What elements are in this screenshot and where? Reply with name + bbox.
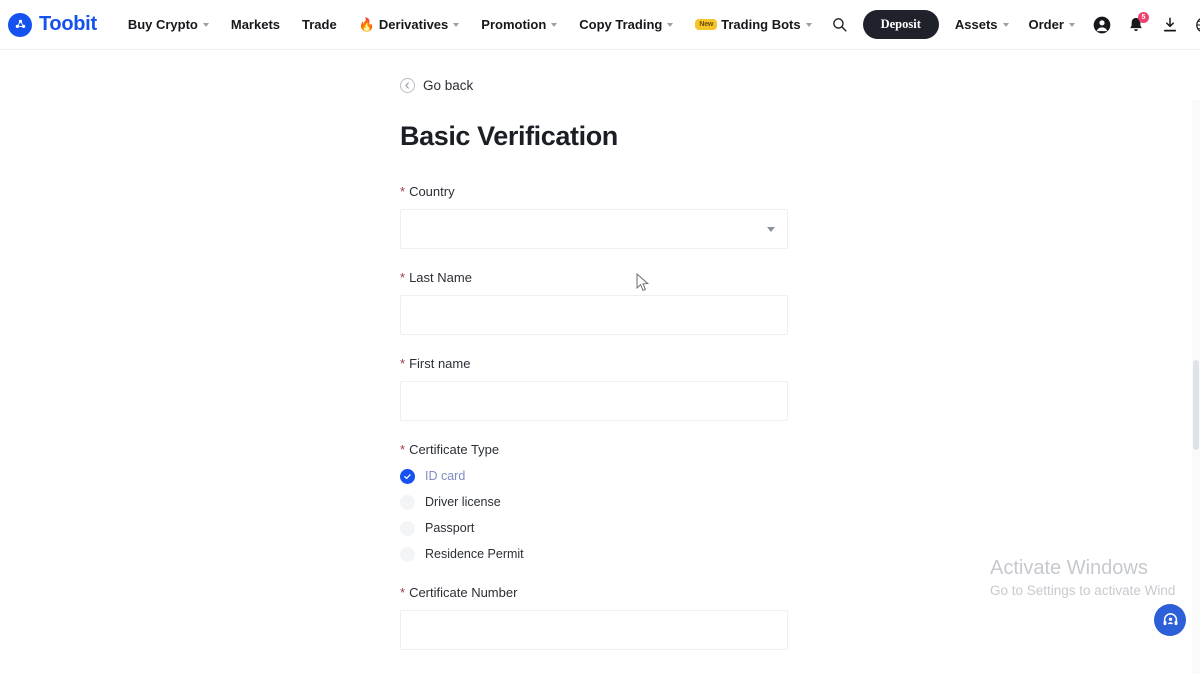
label-text-first-name: First name bbox=[409, 356, 471, 371]
radio-unselected-icon bbox=[400, 546, 415, 562]
brand-logo-link[interactable]: Toobit bbox=[8, 12, 97, 37]
brand-name: Toobit bbox=[39, 13, 97, 35]
radio-unselected-icon bbox=[400, 494, 415, 510]
radio-option-passport[interactable]: Passport bbox=[400, 515, 790, 541]
field-first-name: * First name bbox=[400, 356, 790, 421]
notification-count-badge: 5 bbox=[1137, 11, 1149, 23]
nav-item-assets[interactable]: Assets bbox=[945, 0, 1019, 50]
chevron-down-icon bbox=[1068, 22, 1075, 27]
certificate-number-input-wrap[interactable] bbox=[400, 610, 788, 650]
radio-label-residence-permit: Residence Permit bbox=[425, 547, 524, 561]
required-asterisk: * bbox=[400, 270, 406, 285]
chevron-down-icon bbox=[805, 22, 812, 27]
verification-form: Go back Basic Verification * Country * L… bbox=[400, 78, 790, 671]
windows-activation-watermark: Activate Windows Go to Settings to activ… bbox=[990, 555, 1175, 601]
chevron-down-icon bbox=[453, 22, 460, 27]
download-button[interactable] bbox=[1153, 8, 1187, 42]
field-last-name: * Last Name bbox=[400, 270, 790, 335]
chevron-left-circle-icon bbox=[400, 78, 415, 93]
field-certificate-type: * Certificate Type ID card Driver licens… bbox=[400, 442, 790, 567]
nav-item-promotion[interactable]: Promotion bbox=[470, 0, 568, 50]
label-text-certificate-type: Certificate Type bbox=[409, 442, 500, 457]
nav-item-markets[interactable]: Markets bbox=[220, 0, 291, 50]
radio-selected-icon bbox=[400, 468, 415, 484]
nav-label-promotion: Promotion bbox=[481, 17, 547, 32]
certificate-number-input[interactable] bbox=[413, 622, 775, 638]
country-select[interactable] bbox=[400, 209, 788, 249]
toobit-logo-icon bbox=[8, 12, 32, 37]
nav-item-copy-trading[interactable]: Copy Trading bbox=[568, 0, 684, 50]
go-back-button[interactable]: Go back bbox=[400, 78, 790, 93]
nav-label-derivatives: Derivatives bbox=[378, 17, 449, 32]
radio-label-passport: Passport bbox=[425, 521, 475, 535]
go-back-label: Go back bbox=[423, 78, 474, 93]
chevron-down-icon bbox=[767, 226, 775, 232]
nav-label-markets: Markets bbox=[230, 17, 281, 32]
download-icon bbox=[1163, 17, 1176, 31]
nav-label-buy-crypto: Buy Crypto bbox=[127, 17, 198, 32]
nav-label-trade: Trade bbox=[302, 17, 337, 32]
field-label-certificate-type: * Certificate Type bbox=[400, 442, 790, 457]
field-label-first-name: * First name bbox=[400, 356, 790, 371]
chevron-down-icon bbox=[202, 22, 209, 27]
header-actions: Deposit Assets Order 5 bbox=[823, 0, 1200, 50]
label-text-certificate-number: Certificate Number bbox=[409, 585, 518, 600]
nav-item-trading-bots[interactable]: New Trading Bots bbox=[684, 0, 822, 50]
field-label-country: * Country bbox=[400, 184, 790, 199]
search-button[interactable] bbox=[823, 8, 857, 42]
chevron-down-icon bbox=[551, 22, 558, 27]
chevron-down-icon bbox=[1002, 22, 1009, 27]
field-label-last-name: * Last Name bbox=[400, 270, 790, 285]
last-name-input[interactable] bbox=[413, 307, 775, 323]
field-country: * Country bbox=[400, 184, 790, 249]
radio-option-residence-permit[interactable]: Residence Permit bbox=[400, 541, 790, 567]
required-asterisk: * bbox=[400, 585, 406, 600]
nav-item-trade[interactable]: Trade bbox=[291, 0, 348, 50]
top-navigation-bar: Toobit Buy Crypto Markets Trade 🔥 Deriva… bbox=[0, 0, 1200, 50]
page-scrollbar-thumb[interactable] bbox=[1193, 360, 1199, 450]
first-name-input[interactable] bbox=[413, 393, 775, 409]
certificate-type-radio-group: ID card Driver license Passport Residenc… bbox=[400, 463, 790, 567]
new-badge: New bbox=[695, 19, 718, 30]
last-name-input-wrap[interactable] bbox=[400, 295, 788, 335]
watermark-title: Activate Windows bbox=[990, 557, 1148, 579]
notifications-button[interactable]: 5 bbox=[1119, 8, 1153, 42]
chevron-down-icon bbox=[667, 22, 674, 27]
radio-option-id-card[interactable]: ID card bbox=[400, 463, 790, 489]
nav-label-trading-bots: Trading Bots bbox=[721, 17, 801, 32]
country-select-value[interactable] bbox=[413, 221, 761, 237]
page-title: Basic Verification bbox=[400, 121, 618, 151]
radio-option-driver-license[interactable]: Driver license bbox=[400, 489, 790, 515]
apps-button[interactable] bbox=[1187, 8, 1200, 42]
apps-grid-icon bbox=[1196, 17, 1200, 32]
headset-support-icon bbox=[1163, 612, 1177, 625]
first-name-input-wrap[interactable] bbox=[400, 381, 788, 421]
nav-label-assets: Assets bbox=[954, 17, 998, 32]
nav-item-order[interactable]: Order bbox=[1019, 0, 1085, 50]
required-asterisk: * bbox=[400, 442, 406, 457]
support-chat-button[interactable] bbox=[1154, 604, 1186, 636]
profile-button[interactable] bbox=[1085, 8, 1119, 42]
search-icon bbox=[833, 18, 847, 32]
watermark-subtitle: Go to Settings to activate Wind bbox=[990, 583, 1176, 598]
required-asterisk: * bbox=[400, 356, 406, 371]
field-certificate-number: * Certificate Number bbox=[400, 585, 790, 650]
radio-label-driver-license: Driver license bbox=[425, 495, 501, 509]
nav-label-copy-trading: Copy Trading bbox=[579, 17, 663, 32]
user-avatar-icon bbox=[1093, 16, 1111, 33]
main-nav: Buy Crypto Markets Trade 🔥 Derivatives P… bbox=[117, 0, 823, 50]
label-text-last-name: Last Name bbox=[409, 270, 472, 285]
nav-label-order: Order bbox=[1028, 17, 1064, 32]
radio-unselected-icon bbox=[400, 520, 415, 536]
nav-item-derivatives[interactable]: 🔥 Derivatives bbox=[348, 0, 471, 50]
label-text-country: Country bbox=[409, 184, 455, 199]
field-label-certificate-number: * Certificate Number bbox=[400, 585, 790, 600]
nav-item-buy-crypto[interactable]: Buy Crypto bbox=[117, 0, 220, 50]
deposit-button[interactable]: Deposit bbox=[862, 10, 939, 39]
page-scrollbar-track[interactable] bbox=[1192, 100, 1200, 674]
required-asterisk: * bbox=[400, 184, 406, 199]
radio-label-id-card: ID card bbox=[425, 469, 466, 483]
flame-icon: 🔥 bbox=[358, 17, 375, 32]
